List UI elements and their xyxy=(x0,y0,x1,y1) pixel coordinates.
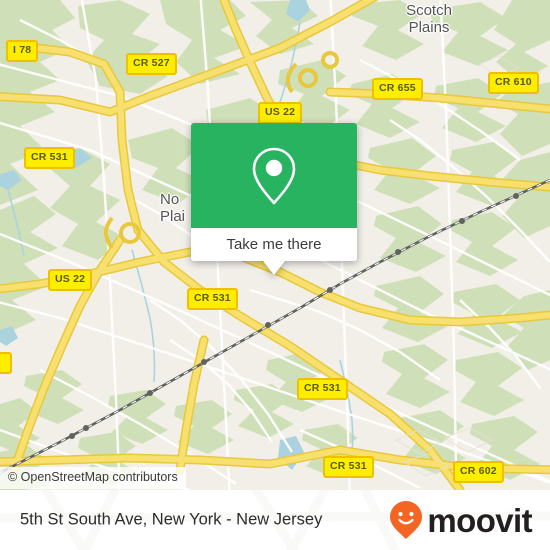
popup-header xyxy=(191,123,357,228)
map-canvas[interactable]: Scotch Plains No Plai I 78 CR 527 CR 655… xyxy=(0,0,550,490)
road-shield-cr-531-lower[interactable]: CR 531 xyxy=(297,378,348,400)
road-shield-i-78[interactable]: I 78 xyxy=(6,40,39,62)
map-screenshot: Scotch Plains No Plai I 78 CR 527 CR 655… xyxy=(0,0,550,550)
location-title: 5th St South Ave, New York - New Jersey xyxy=(20,510,323,529)
road-shield-us-22-top[interactable]: US 22 xyxy=(258,102,303,124)
road-shield-clipped-left[interactable] xyxy=(0,352,12,374)
road-shield-cr-527[interactable]: CR 527 xyxy=(126,53,177,75)
popup-pointer-tail xyxy=(263,261,285,275)
road-shield-cr-602[interactable]: CR 602 xyxy=(453,461,504,483)
osm-attribution[interactable]: © OpenStreetMap contributors xyxy=(0,467,186,489)
road-shield-us-22-left[interactable]: US 22 xyxy=(48,269,93,291)
moovit-brand[interactable]: moovit xyxy=(389,500,533,540)
road-shield-cr-531-bottom[interactable]: CR 531 xyxy=(323,456,374,478)
map-pin-icon xyxy=(252,147,296,204)
popup-action-bar[interactable]: Take me there xyxy=(191,228,357,261)
road-shield-cr-531-upper-left[interactable]: CR 531 xyxy=(24,147,75,169)
moovit-wordmark: moovit xyxy=(427,501,532,539)
take-me-there-popup[interactable]: Take me there xyxy=(191,123,357,275)
road-shield-cr-655[interactable]: CR 655 xyxy=(372,78,423,100)
road-shield-cr-610[interactable]: CR 610 xyxy=(488,72,539,94)
road-shield-cr-531-mid[interactable]: CR 531 xyxy=(187,288,238,310)
moovit-smiley-pin-icon xyxy=(390,501,423,539)
take-me-there-label: Take me there xyxy=(226,236,322,253)
footer-bar: 5th St South Ave, New York - New Jersey … xyxy=(0,490,550,550)
